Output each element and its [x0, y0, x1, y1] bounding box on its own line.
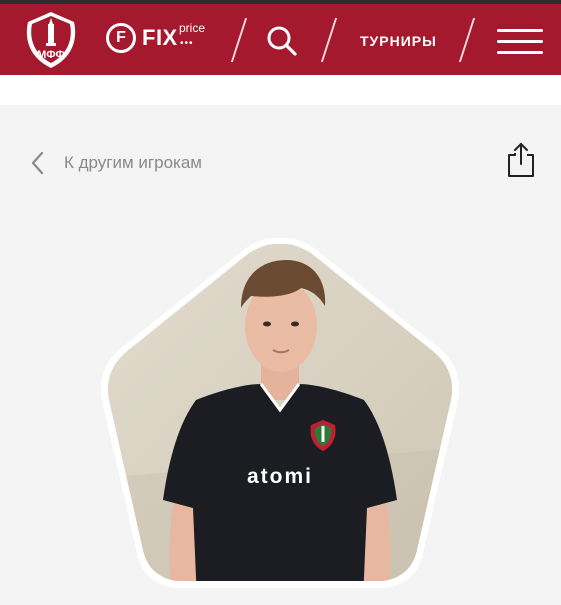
back-link-label: К другим игрокам	[64, 153, 202, 172]
share-button[interactable]	[506, 141, 536, 179]
site-header: МФФ F FIX price ••• ТУРНИРЫ	[0, 4, 561, 75]
club-crest-icon: МФФ	[26, 12, 76, 68]
chevron-left-icon	[31, 151, 44, 175]
player-shirt	[163, 384, 397, 581]
club-logo[interactable]: МФФ	[22, 10, 80, 70]
share-icon	[508, 143, 534, 177]
sponsor-badge-icon: F	[106, 23, 136, 53]
header-divider	[458, 18, 476, 62]
header-subbar	[0, 75, 561, 105]
logo-text: МФФ	[37, 49, 65, 61]
hamburger-menu-button[interactable]	[497, 29, 543, 55]
player-photo-image: atomi	[100, 237, 460, 588]
back-to-players-link[interactable]: К другим игрокам	[30, 149, 260, 177]
sponsor-name: FIX	[142, 25, 178, 50]
search-button[interactable]	[265, 25, 299, 57]
shirt-brand-text: atomi	[247, 465, 313, 488]
menu-bar	[497, 51, 543, 54]
menu-bar	[497, 40, 543, 43]
sponsor-dots: •••	[180, 38, 194, 49]
nav-tournaments-link[interactable]: ТУРНИРЫ	[360, 32, 437, 50]
player-photo: atomi	[100, 237, 460, 600]
sponsor-fixprice-logo[interactable]: F FIX price •••	[106, 21, 216, 57]
menu-bar	[497, 29, 543, 32]
header-divider	[230, 18, 248, 62]
header-divider	[320, 18, 338, 62]
sponsor-suffix: price	[179, 21, 206, 35]
search-icon	[267, 26, 297, 56]
sponsor-badge-letter: F	[116, 29, 126, 46]
